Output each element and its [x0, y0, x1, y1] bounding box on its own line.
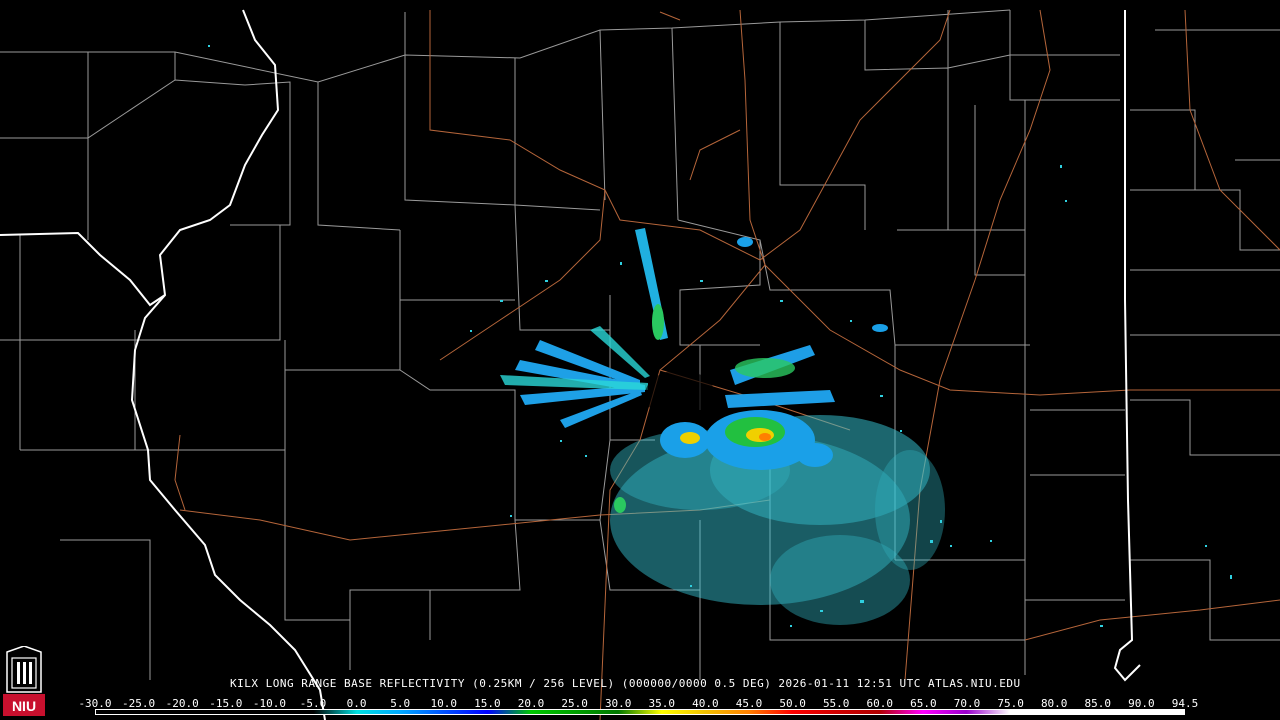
reflectivity-scale-labels: -30.0 -25.0 -20.0 -15.0 -10.0 -5.0 0.0 5.0 10.0 1… — [78, 697, 1198, 710]
logo-text: NIU — [12, 698, 36, 714]
highways — [174, 9, 1280, 720]
niu-logo: NIU — [3, 646, 45, 716]
county-borders — [0, 9, 1280, 680]
radar-map — [0, 9, 1280, 720]
product-title: KILX LONG RANGE BASE REFLECTIVITY (0.25K… — [230, 677, 1021, 690]
state-borders — [0, 9, 1141, 720]
reflectivity-colorbar — [95, 709, 1185, 715]
radar-echoes — [208, 45, 1232, 627]
